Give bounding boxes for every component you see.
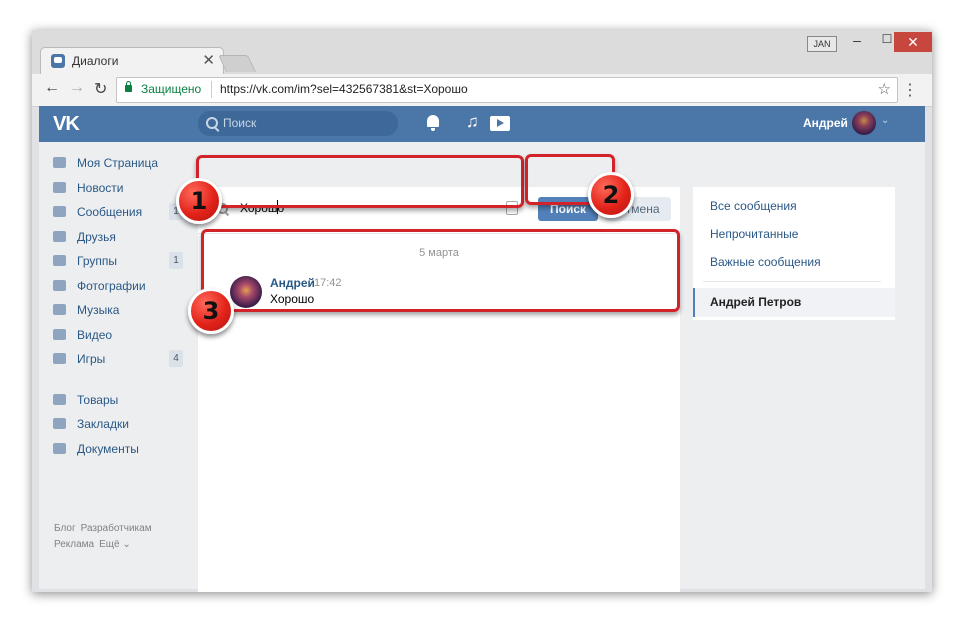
sidebar-item-label: Новости: [77, 180, 124, 195]
star-icon: [53, 418, 66, 429]
groups-icon: [53, 255, 66, 266]
menu-unread[interactable]: Непрочитанные: [710, 227, 798, 241]
active-dialog-label: Андрей Петров: [710, 295, 802, 309]
music-icon[interactable]: ♫: [466, 112, 479, 132]
film-icon: [53, 328, 66, 340]
sidebar-item-friends[interactable]: Друзья: [53, 226, 193, 251]
bookmark-star-icon[interactable]: ☆: [878, 80, 891, 98]
menu-divider: [703, 281, 881, 282]
shopping-bag-icon: [53, 393, 66, 405]
step-2-badge: 2: [588, 172, 634, 218]
browser-toolbar: ← → ↻ Защищено https://vk.com/im?sel=432…: [32, 74, 932, 107]
sidebar-item-news[interactable]: Новости: [53, 177, 193, 202]
secure-label: Защищено: [141, 82, 202, 96]
sidebar-item-video[interactable]: Видео: [53, 324, 193, 349]
gamepad-icon: [53, 353, 66, 364]
step-1-badge: 1: [176, 178, 222, 224]
menu-active-dialog[interactable]: Андрей Петров: [693, 288, 895, 317]
sidebar-item-label: Документы: [77, 441, 139, 456]
url-separator: [211, 81, 212, 98]
reload-icon[interactable]: ↻: [94, 79, 107, 99]
close-window-icon[interactable]: ✕: [894, 32, 932, 52]
sidebar-item-label: Друзья: [77, 229, 116, 244]
step-3-badge: 3: [188, 288, 234, 334]
sidebar-item-label: Товары: [77, 392, 119, 407]
title-bar: Диалоги ✕ JAN – ☐ ✕: [32, 30, 932, 75]
footer-more-link[interactable]: Ещё ⌄: [99, 539, 131, 550]
menu-all-messages[interactable]: Все сообщения: [710, 199, 797, 213]
vk-logo[interactable]: VK: [53, 113, 80, 136]
address-bar[interactable]: Защищено https://vk.com/im?sel=432567381…: [116, 77, 898, 103]
forward-arrow-icon[interactable]: →: [69, 79, 85, 97]
browser-tab[interactable]: Диалоги ✕: [40, 47, 224, 75]
page-body: Моя Страница Новости Сообщения 1 Друзья Г…: [39, 142, 925, 592]
camera-icon: [53, 279, 66, 291]
sidebar-item-bookmarks[interactable]: Закладки: [53, 413, 193, 438]
sidebar-item-label: Музыка: [77, 303, 120, 317]
music-note-icon: [53, 304, 66, 315]
document-icon: [53, 442, 66, 454]
sidebar-item-label: Игры: [77, 352, 106, 366]
header-user-name[interactable]: Андрей: [803, 116, 848, 130]
chevron-down-icon[interactable]: ⌄: [881, 115, 889, 126]
sidebar-item-my-page[interactable]: Моя Страница: [53, 152, 193, 177]
tab-title: Диалоги: [72, 54, 119, 68]
games-count-badge: 4: [169, 350, 183, 367]
browser-menu-icon[interactable]: ⋮: [902, 80, 918, 100]
window-user-badge[interactable]: JAN: [807, 36, 837, 52]
news-icon: [53, 181, 66, 193]
footer-blog-link[interactable]: Блог: [54, 523, 76, 534]
sidebar-item-photos[interactable]: Фотографии: [53, 275, 193, 300]
menu-important[interactable]: Важные сообщения: [710, 255, 821, 269]
sidebar-item-groups[interactable]: Группы 1: [53, 250, 193, 275]
footer-ads-link[interactable]: Реклама: [54, 539, 94, 550]
sidebar-item-label: Группы: [77, 254, 117, 268]
notifications-bell-icon[interactable]: [427, 115, 439, 131]
header-search-placeholder: Поиск: [223, 116, 257, 130]
header-search-input[interactable]: Поиск: [198, 111, 398, 136]
vk-header: VK Поиск ♫ Андрей ⌄: [39, 106, 925, 142]
sidebar-item-goods[interactable]: Товары: [53, 389, 193, 414]
search-icon: [206, 117, 218, 129]
sidebar-item-label: Видео: [77, 327, 113, 342]
back-arrow-icon[interactable]: ←: [44, 79, 60, 97]
sidebar-item-label: Моя Страница: [77, 156, 159, 170]
groups-count-badge: 1: [169, 252, 183, 269]
sidebar-item-label: Фотографии: [77, 278, 146, 293]
header-avatar[interactable]: [852, 111, 876, 135]
sidebar-item-label: Сообщения: [77, 205, 143, 219]
friends-icon: [53, 230, 66, 242]
vk-favicon-icon: [51, 54, 65, 68]
lock-icon: [125, 81, 132, 92]
tab-close-icon[interactable]: ✕: [202, 51, 215, 69]
left-sidebar: Моя Страница Новости Сообщения 1 Друзья Г…: [53, 152, 193, 462]
sidebar-item-music[interactable]: Музыка: [53, 299, 193, 324]
sidebar-item-messages[interactable]: Сообщения 1: [53, 201, 193, 226]
footer-dev-link[interactable]: Разработчикам: [81, 523, 152, 534]
sidebar-item-label: Закладки: [77, 417, 129, 431]
url-text[interactable]: https://vk.com/im?sel=432567381&st=Хорош…: [220, 82, 468, 96]
highlight-message-result: [201, 229, 680, 312]
right-menu: Все сообщения Непрочитанные Важные сообщ…: [693, 187, 895, 320]
home-icon: [53, 157, 66, 168]
sidebar-item-documents[interactable]: Документы: [53, 438, 193, 463]
messages-icon: [53, 206, 66, 217]
player-icon[interactable]: [490, 116, 510, 131]
highlight-search-input: [196, 155, 524, 208]
sidebar-item-games[interactable]: Игры 4: [53, 348, 193, 373]
sidebar-footer: Блог Разработчикам Реклама Ещё ⌄: [54, 521, 157, 553]
minimize-icon[interactable]: –: [842, 32, 872, 52]
